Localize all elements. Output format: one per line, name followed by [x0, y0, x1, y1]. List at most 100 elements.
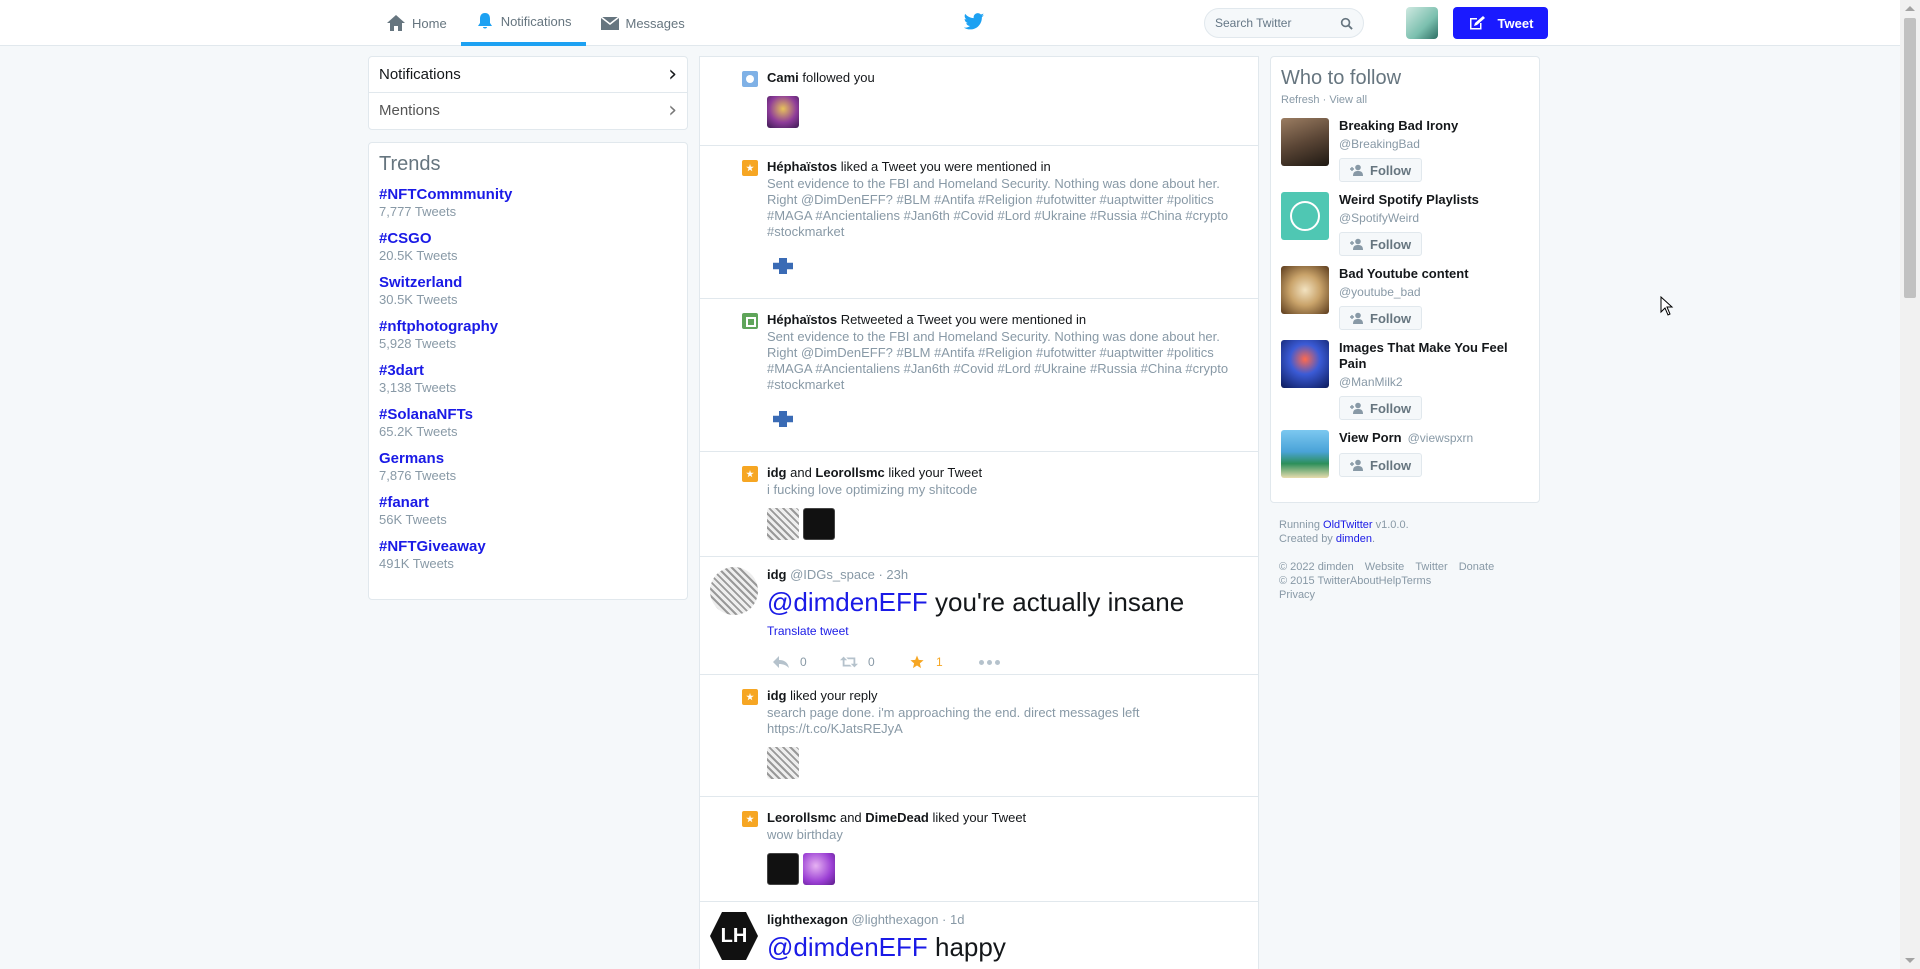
reply-button[interactable]: 0	[767, 655, 835, 669]
user-name[interactable]: Leorollsmc	[815, 465, 884, 480]
suggestion-name[interactable]: Bad Youtube content	[1339, 266, 1529, 282]
search-box[interactable]	[1204, 8, 1364, 38]
trend-item[interactable]: #NFTGiveaway 491K Tweets	[379, 538, 677, 571]
avatar[interactable]	[803, 508, 835, 540]
compose-tweet-button[interactable]: Tweet	[1453, 7, 1548, 39]
nav-messages[interactable]: Messages	[586, 0, 699, 46]
refresh-link[interactable]: Refresh	[1281, 94, 1320, 106]
avatar[interactable]	[767, 747, 799, 779]
trend-name[interactable]: Switzerland	[379, 274, 677, 291]
avatar[interactable]	[767, 96, 799, 128]
follow-button[interactable]: Follow	[1339, 453, 1423, 477]
scrollbar-thumb[interactable]	[1904, 18, 1916, 298]
view-all-link[interactable]: View all	[1329, 94, 1367, 106]
user-name[interactable]: Leorollsmc	[767, 810, 836, 825]
tweet-header: lighthexagon @lighthexagon · 1d	[767, 912, 1246, 927]
author-link[interactable]: dimden	[1336, 533, 1372, 545]
user-name[interactable]: Cami	[767, 70, 799, 85]
suggestion-name[interactable]: Breaking Bad Irony	[1339, 118, 1529, 134]
search-input[interactable]	[1215, 16, 1325, 30]
tweet-author[interactable]: idg	[767, 567, 787, 582]
footer-link-help[interactable]: Help	[1379, 575, 1402, 587]
trend-item[interactable]: Germans 7,876 Tweets	[379, 450, 677, 483]
trend-name[interactable]: #3dart	[379, 362, 677, 379]
avatar[interactable]	[1281, 430, 1329, 478]
trend-name[interactable]: #SolanaNFTs	[379, 406, 677, 423]
tweet[interactable]: idg @IDGs_space · 23h @dimdenEFF you're …	[700, 557, 1258, 675]
trend-item[interactable]: #CSGO 20.5K Tweets	[379, 230, 677, 263]
search-icon[interactable]	[1340, 17, 1353, 30]
avatar[interactable]	[767, 508, 799, 540]
avatar[interactable]	[767, 853, 799, 885]
twitter-bird-icon[interactable]	[963, 12, 985, 32]
footer-link-website[interactable]: Website	[1365, 561, 1405, 573]
scroll-down-icon[interactable]	[1905, 958, 1915, 963]
trend-name[interactable]: #NFTCommmunity	[379, 186, 677, 203]
trend-count: 30.5K Tweets	[379, 292, 458, 307]
suggestion-name[interactable]: Weird Spotify Playlists	[1339, 192, 1529, 208]
suggestion-item: Breaking Bad Irony @BreakingBad Follow	[1281, 118, 1529, 182]
nav-home[interactable]: Home	[372, 0, 461, 46]
footer-link-donate[interactable]: Donate	[1459, 561, 1494, 573]
avatar[interactable]	[803, 853, 835, 885]
suggestion-name[interactable]: Images That Make You Feel Pain	[1339, 340, 1529, 372]
avatar[interactable]	[767, 256, 799, 276]
notification-like[interactable]: Leorollsmc and DimeDead liked your Tweet…	[700, 797, 1258, 902]
notification-retweet[interactable]: Héphaïstos Retweeted a Tweet you were me…	[700, 299, 1258, 452]
tweet[interactable]: LH lighthexagon @lighthexagon · 1d @dimd…	[700, 902, 1258, 969]
footer-link-twitter[interactable]: Twitter	[1415, 561, 1447, 573]
user-name[interactable]: Héphaïstos	[767, 159, 837, 174]
avatar[interactable]	[1281, 118, 1329, 166]
trend-item[interactable]: #3dart 3,138 Tweets	[379, 362, 677, 395]
user-name[interactable]: idg	[767, 465, 787, 480]
trend-item[interactable]: Switzerland 30.5K Tweets	[379, 274, 677, 307]
avatar[interactable]	[767, 409, 799, 429]
menu-item-label: Mentions	[379, 101, 440, 119]
mention-link[interactable]: @dimdenEFF	[767, 932, 928, 962]
avatar[interactable]: LH	[710, 912, 758, 960]
avatar[interactable]	[1281, 192, 1329, 240]
footer-link-about[interactable]: About	[1350, 575, 1379, 587]
menu-item-notifications[interactable]: Notifications ›	[369, 57, 687, 92]
trend-name[interactable]: #CSGO	[379, 230, 677, 247]
app-link[interactable]: OldTwitter	[1323, 519, 1373, 531]
footer-link-privacy[interactable]: Privacy	[1279, 589, 1315, 601]
trend-item[interactable]: #NFTCommmunity 7,777 Tweets	[379, 186, 677, 219]
follow-button[interactable]: Follow	[1339, 306, 1423, 330]
menu-item-mentions[interactable]: Mentions ›	[369, 92, 687, 127]
nav-notifications[interactable]: Notifications	[460, 0, 586, 46]
trend-name[interactable]: #NFTGiveaway	[379, 538, 677, 555]
mention-link[interactable]: @dimdenEFF	[767, 587, 928, 617]
user-name[interactable]: Héphaïstos	[767, 312, 837, 327]
notification-follow[interactable]: Cami followed you	[700, 57, 1258, 146]
like-button[interactable]: 1	[903, 655, 971, 669]
more-options-icon[interactable]	[979, 659, 1000, 665]
trend-name[interactable]: #nftphotography	[379, 318, 677, 335]
retweet-button[interactable]: 0	[835, 655, 903, 669]
tweet-preview: Sent evidence to the FBI and Homeland Se…	[767, 329, 1229, 392]
trend-item[interactable]: #SolanaNFTs 65.2K Tweets	[379, 406, 677, 439]
notification-like[interactable]: idg liked your reply search page done. i…	[700, 675, 1258, 797]
notification-like[interactable]: Héphaïstos liked a Tweet you were mentio…	[700, 146, 1258, 299]
avatar[interactable]	[1281, 266, 1329, 314]
follow-button[interactable]: Follow	[1339, 396, 1423, 420]
translate-tweet-link[interactable]: Translate tweet	[767, 624, 849, 638]
scroll-up-icon[interactable]	[1905, 6, 1915, 11]
trend-name[interactable]: Germans	[379, 450, 677, 467]
footer-link-terms[interactable]: Terms	[1401, 575, 1431, 587]
suggestion-name[interactable]: View Porn	[1339, 430, 1402, 445]
follow-button[interactable]: Follow	[1339, 158, 1423, 182]
notification-like[interactable]: idg and Leorollsmc liked your Tweet i fu…	[700, 452, 1258, 557]
notification-action: followed you	[798, 70, 875, 85]
avatar[interactable]	[710, 567, 758, 615]
tweet-author[interactable]: lighthexagon	[767, 912, 848, 927]
trend-item[interactable]: #fanart 56K Tweets	[379, 494, 677, 527]
trend-item[interactable]: #nftphotography 5,928 Tweets	[379, 318, 677, 351]
follow-button[interactable]: Follow	[1339, 232, 1423, 256]
user-name[interactable]: DimeDead	[865, 810, 929, 825]
page-scrollbar[interactable]	[1900, 0, 1920, 969]
user-name[interactable]: idg	[767, 688, 787, 703]
avatar[interactable]	[1281, 340, 1329, 388]
user-avatar[interactable]	[1406, 7, 1438, 39]
trend-name[interactable]: #fanart	[379, 494, 677, 511]
